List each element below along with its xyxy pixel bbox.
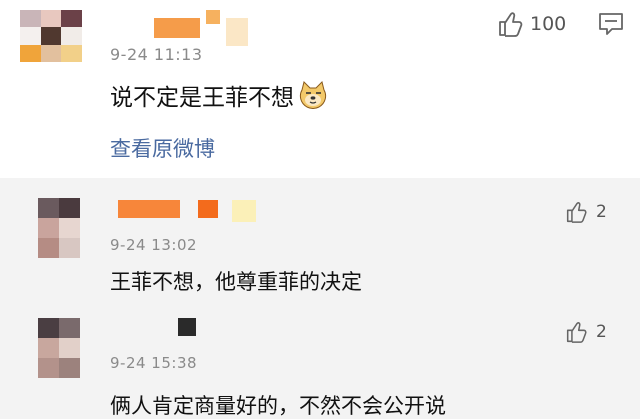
like-button[interactable]: 2 bbox=[566, 320, 607, 344]
like-button[interactable]: 100 bbox=[498, 10, 566, 38]
thumbs-up-icon bbox=[499, 12, 523, 37]
username-redacted[interactable] bbox=[118, 10, 248, 46]
avatar[interactable] bbox=[38, 318, 80, 378]
like-button[interactable]: 2 bbox=[566, 200, 607, 224]
avatar[interactable] bbox=[38, 198, 80, 258]
comment-text: 说不定是王菲不想 bbox=[110, 78, 328, 112]
reply-timestamp: 9-24 13:02 bbox=[110, 236, 198, 254]
replies-section: 9-24 13:02 2 王菲不想，他尊重菲的决定 9-24 15:38 2 俩… bbox=[0, 178, 640, 419]
comment-body: 说不定是王菲不想 bbox=[110, 85, 294, 111]
comment-icon bbox=[599, 13, 623, 35]
username-redacted[interactable] bbox=[178, 318, 196, 350]
thumbs-up-icon bbox=[566, 202, 587, 223]
doge-emoji-icon bbox=[299, 81, 327, 109]
reply-text: 俩人肯定商量好的，不然不会公开说 bbox=[110, 394, 446, 418]
like-count: 2 bbox=[596, 202, 607, 222]
reply-button[interactable] bbox=[598, 12, 624, 40]
reply-item: 9-24 15:38 2 俩人肯定商量好的，不然不会公开说 bbox=[0, 296, 640, 419]
like-count: 100 bbox=[530, 13, 567, 35]
avatar[interactable] bbox=[20, 10, 82, 62]
view-original-link[interactable]: 查看原微博 bbox=[110, 133, 215, 163]
username-redacted[interactable] bbox=[118, 200, 256, 232]
comment-timestamp: 9-24 11:13 bbox=[110, 45, 203, 64]
main-comment: 9-24 11:13 100 说不定是王菲不想 查看原微博 bbox=[0, 0, 640, 178]
like-count: 2 bbox=[596, 322, 607, 342]
thumbs-up-icon bbox=[566, 322, 587, 343]
reply-timestamp: 9-24 15:38 bbox=[110, 354, 198, 372]
reply-text: 王菲不想，他尊重菲的决定 bbox=[110, 270, 362, 294]
reply-item: 9-24 13:02 2 王菲不想，他尊重菲的决定 bbox=[0, 178, 640, 296]
